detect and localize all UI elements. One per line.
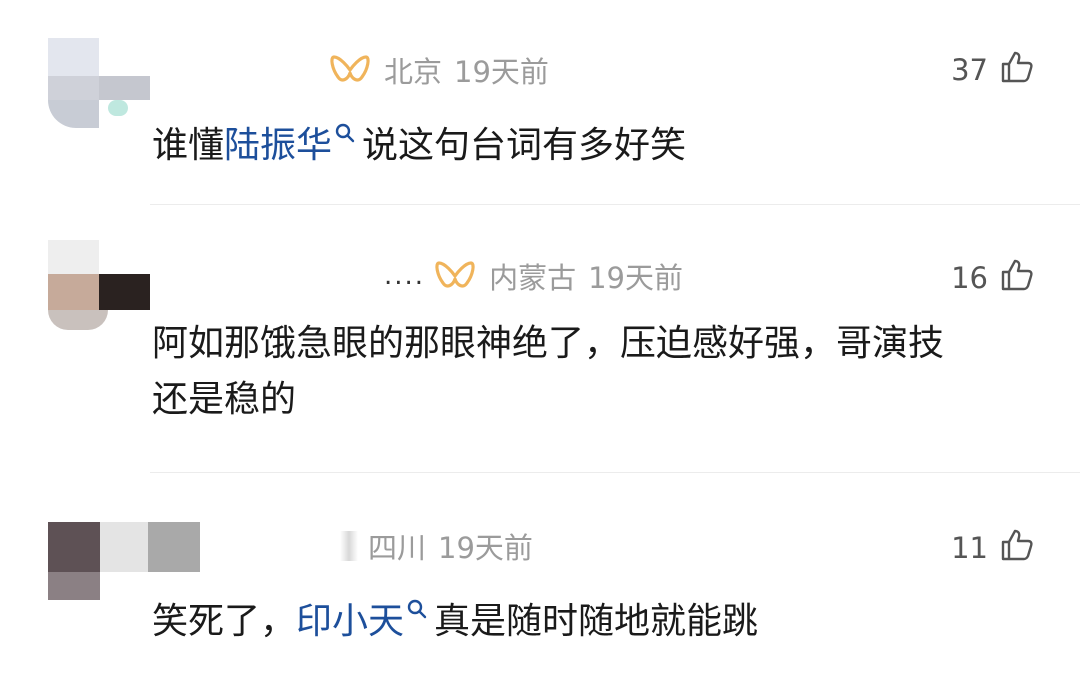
comment-text: 笑死了，印小天 真是随时随地就能跳 [152,586,1052,645]
comment-text-line: 阿如那饿急眼的那眼神绝了，压迫感好强，哥演技 [152,323,945,364]
avatar[interactable] [48,240,150,330]
comment-location: 北京 [384,55,443,89]
comment-text: 阿如那饿急眼的那眼神绝了，压迫感好强，哥演技 还是稳的 [152,316,1052,428]
comment-text-part: 说这句台词有多好笑 [362,125,687,166]
username[interactable]: .... [384,261,425,291]
comment-location: 内蒙古 [489,261,577,295]
search-icon[interactable] [406,586,428,632]
mention-link[interactable]: 陆振华 [224,125,332,166]
comment-meta: 四川 19天前 [340,526,533,566]
comment-text-part: 谁懂 [152,125,225,166]
divider [150,204,1080,205]
comment-text-part: 真是随时随地就能跳 [434,601,759,642]
like-count: 11 [951,531,988,565]
comment-time: 19天前 [438,531,533,565]
username[interactable] [340,531,358,561]
like-button[interactable]: 11 [951,528,1034,568]
like-count: 16 [951,261,988,295]
comment-time: 19天前 [454,55,549,89]
like-button[interactable]: 16 [951,258,1034,298]
vip-badge-icon [435,259,475,293]
divider [150,472,1080,473]
vip-badge-icon [330,53,370,87]
comment-meta: 北京 19天前 [330,50,549,90]
avatar[interactable] [48,38,150,128]
like-button[interactable]: 37 [951,50,1034,90]
thumbs-up-icon [1000,258,1034,299]
comment-location: 四川 [368,531,427,565]
comment-text-part: 笑死了， [152,601,297,642]
comment-text: 谁懂陆振华 说这句台词有多好笑 [152,110,1052,169]
like-count: 37 [951,53,988,87]
thumbs-up-icon [1000,528,1034,569]
comment-text-line: 还是稳的 [152,379,297,420]
mention-link[interactable]: 印小天 [296,601,404,642]
thumbs-up-icon [1000,50,1034,91]
comment-time: 19天前 [588,261,683,295]
comment-meta: .... 内蒙古 19天前 [384,256,683,296]
search-icon[interactable] [334,110,356,156]
